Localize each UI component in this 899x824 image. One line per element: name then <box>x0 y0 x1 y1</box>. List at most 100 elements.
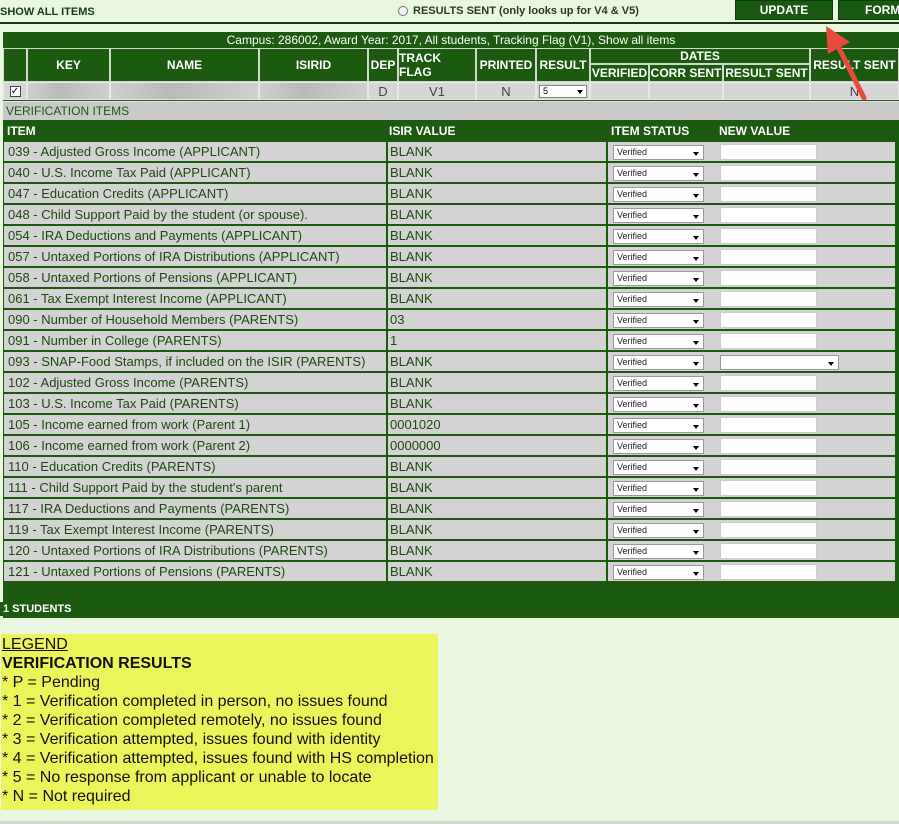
item-status-select[interactable]: Verified <box>613 418 704 433</box>
new-value-input[interactable] <box>720 207 817 223</box>
new-value-input[interactable] <box>720 375 817 391</box>
legend-line: * N = Not required <box>2 788 131 805</box>
status-cell: Verified <box>608 163 895 182</box>
item-status-select[interactable]: Verified <box>613 271 704 286</box>
item-name: 111 - Child Support Paid by the student'… <box>4 478 386 497</box>
item-status-select[interactable]: Verified <box>613 502 704 517</box>
verification-items-header: ITEM ISIR VALUE ITEM STATUS NEW VALUE <box>3 121 899 141</box>
verification-item-row: 058 - Untaxed Portions of Pensions (APPL… <box>3 267 899 288</box>
legend-line: * 1 = Verification completed in person, … <box>2 693 388 710</box>
results-sent-option[interactable]: RESULTS SENT (only looks up for V4 & V5) <box>398 5 639 17</box>
new-value-input[interactable] <box>720 480 817 496</box>
isir-value: BLANK <box>388 226 606 245</box>
student-printed-cell: N <box>476 82 536 100</box>
new-value-input[interactable] <box>720 228 817 244</box>
isir-value: 0000000 <box>388 436 606 455</box>
status-cell: Verified <box>608 289 895 308</box>
item-status-value: Verified <box>617 357 648 367</box>
item-status-select[interactable]: Verified <box>613 292 704 307</box>
update-button[interactable]: UPDATE <box>735 0 833 20</box>
chevron-down-icon <box>693 152 699 156</box>
verification-item-row: 047 - Education Credits (APPLICANT) BLANK… <box>3 183 899 204</box>
new-value-input[interactable] <box>720 396 817 412</box>
item-status-select[interactable]: Verified <box>613 565 704 580</box>
item-status-select[interactable]: Verified <box>613 313 704 328</box>
students-count: 1 STUDENTS <box>0 602 899 616</box>
chevron-down-icon <box>693 551 699 555</box>
chevron-down-icon <box>693 404 699 408</box>
new-value-input[interactable] <box>720 459 817 475</box>
item-status-select[interactable]: Verified <box>613 481 704 496</box>
chevron-down-icon <box>693 236 699 240</box>
dates-header: DATES <box>590 48 810 64</box>
new-value-select[interactable] <box>720 355 839 370</box>
item-status-value: Verified <box>617 462 648 472</box>
item-name: 061 - Tax Exempt Interest Income (APPLIC… <box>4 289 386 308</box>
new-value-input[interactable] <box>720 564 817 580</box>
chevron-down-icon <box>693 572 699 576</box>
item-status-value: Verified <box>617 294 648 304</box>
item-status-value: Verified <box>617 231 648 241</box>
status-cell: Verified <box>608 226 895 245</box>
new-value-input[interactable] <box>720 186 817 202</box>
item-status-select[interactable]: Verified <box>613 250 704 265</box>
isirid-header: ISIRID <box>259 48 368 82</box>
student-verified-cell <box>590 82 649 100</box>
new-value-input[interactable] <box>720 543 817 559</box>
chevron-down-icon <box>693 446 699 450</box>
item-status-select[interactable]: Verified <box>613 376 704 391</box>
new-value-input[interactable] <box>720 312 817 328</box>
new-value-input[interactable] <box>720 249 817 265</box>
legend-lines: * P = Pending * 1 = Verification complete… <box>2 673 438 806</box>
item-status-select[interactable]: Verified <box>613 460 704 475</box>
chevron-down-icon <box>828 362 834 366</box>
new-value-input[interactable] <box>720 417 817 433</box>
new-value-input[interactable] <box>720 144 817 160</box>
isir-value-column-header: ISIR VALUE <box>389 124 456 138</box>
item-status-select[interactable]: Verified <box>613 439 704 454</box>
new-value-input[interactable] <box>720 438 817 454</box>
new-value-input[interactable] <box>720 165 817 181</box>
result-select[interactable]: 5 <box>539 84 587 98</box>
item-status-select[interactable]: Verified <box>613 355 704 370</box>
item-status-select[interactable]: Verified <box>613 229 704 244</box>
item-status-select[interactable]: Verified <box>613 187 704 202</box>
chevron-down-icon <box>693 425 699 429</box>
item-status-select[interactable]: Verified <box>613 208 704 223</box>
item-status-select[interactable]: Verified <box>613 523 704 538</box>
item-status-value: Verified <box>617 399 648 409</box>
isir-value: BLANK <box>388 289 606 308</box>
new-value-input[interactable] <box>720 270 817 286</box>
new-value-input[interactable] <box>720 333 817 349</box>
chevron-down-icon <box>693 488 699 492</box>
form-button[interactable]: FORM <box>838 0 899 20</box>
item-name: 117 - IRA Deductions and Payments (PAREN… <box>4 499 386 518</box>
verification-item-row: 040 - U.S. Income Tax Paid (APPLICANT) BL… <box>3 162 899 183</box>
verification-item-row: 121 - Untaxed Portions of Pensions (PARE… <box>3 561 899 582</box>
item-status-value: Verified <box>617 420 648 430</box>
isir-value: 03 <box>388 310 606 329</box>
status-cell: Verified <box>608 352 895 371</box>
verification-items-title: VERIFICATION ITEMS <box>3 101 899 120</box>
new-value-input[interactable] <box>720 291 817 307</box>
item-status-select[interactable]: Verified <box>613 334 704 349</box>
chevron-down-icon <box>693 320 699 324</box>
new-value-input[interactable] <box>720 501 817 517</box>
show-all-items-label[interactable]: SHOW ALL ITEMS <box>0 6 95 18</box>
item-status-select[interactable]: Verified <box>613 544 704 559</box>
item-status-select[interactable]: Verified <box>613 145 704 160</box>
status-cell: Verified <box>608 184 895 203</box>
student-checkbox[interactable]: ✓ <box>9 85 21 97</box>
student-result-sent-cell <box>723 82 810 100</box>
item-status-select[interactable]: Verified <box>613 166 704 181</box>
new-value-input[interactable] <box>720 522 817 538</box>
isir-value: BLANK <box>388 205 606 224</box>
isir-value: BLANK <box>388 373 606 392</box>
verification-item-row: 054 - IRA Deductions and Payments (APPLI… <box>3 225 899 246</box>
item-name: 039 - Adjusted Gross Income (APPLICANT) <box>4 142 386 161</box>
results-sent-radio[interactable] <box>398 6 408 16</box>
item-status-select[interactable]: Verified <box>613 397 704 412</box>
item-name: 054 - IRA Deductions and Payments (APPLI… <box>4 226 386 245</box>
status-cell: Verified <box>608 394 895 413</box>
verification-item-row: 120 - Untaxed Portions of IRA Distributi… <box>3 540 899 561</box>
